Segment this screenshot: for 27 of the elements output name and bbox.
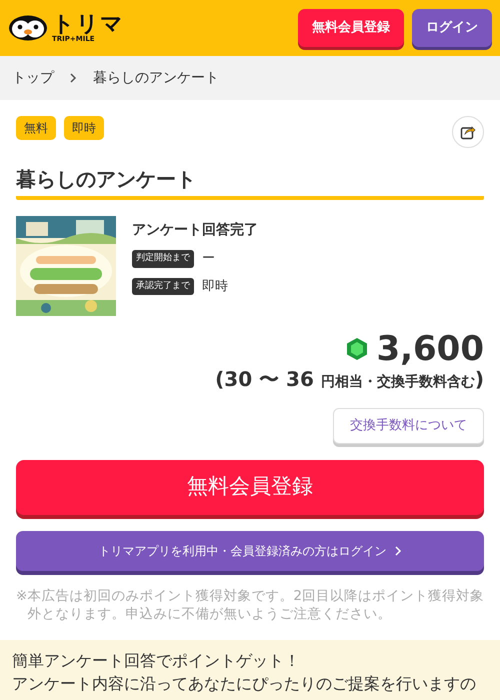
register-button[interactable]: 無料会員登録: [16, 460, 484, 514]
value-text: ー: [202, 250, 215, 268]
notice-mark: ※: [16, 586, 28, 606]
tag: 無料: [16, 116, 56, 140]
login-button[interactable]: トリマアプリを利用中・会員登録済みの方はログイン: [16, 530, 484, 570]
breadcrumb-link[interactable]: トップ: [12, 68, 54, 88]
logo-title: トリマ: [52, 14, 124, 36]
breadcrumb-current: 暮らしのアンケート: [93, 68, 219, 88]
value-text: 即時: [202, 278, 228, 296]
description-text: アンケート内容に沿ってあなたにぴったりのご提案を行いますの: [12, 672, 477, 695]
label-badge: 承認完了まで: [132, 278, 194, 295]
login-button[interactable]: ログイン: [412, 9, 492, 47]
penguin-icon: [8, 15, 48, 41]
notice-text: 本広告は初回のみポイント獲得対象です。2回目以降はポイント獲得対象外となります。申込みに不備が無いようご注意ください。: [27, 586, 484, 624]
points-value: 3,600: [376, 332, 484, 366]
share-icon: [460, 124, 476, 140]
tag: 即時: [64, 116, 104, 140]
chevron-icon: [70, 73, 77, 83]
description-text: 簡単アンケート回答でポイントゲット！: [12, 650, 301, 672]
share-button[interactable]: [452, 116, 484, 148]
label-badge: 判定開始まで: [132, 250, 194, 268]
register-button[interactable]: 無料会員登録: [298, 9, 404, 47]
condition-text: アンケート回答完了: [132, 220, 258, 240]
yen-equivalent-text: (30 〜 36 円相当・交換手数料含む): [215, 366, 484, 392]
chevron-icon: [394, 546, 402, 556]
gem-icon: [346, 337, 368, 361]
page-title: 暮らしのアンケート: [16, 164, 484, 200]
